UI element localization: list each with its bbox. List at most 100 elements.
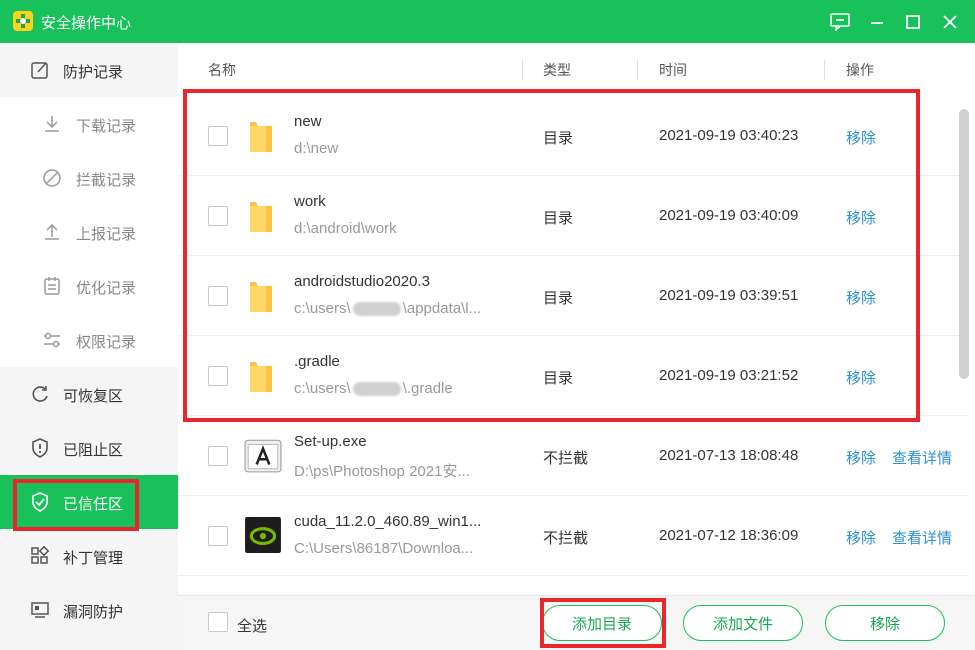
upload-icon [45, 223, 59, 240]
apps-icon [31, 546, 50, 564]
app-logo-icon [13, 11, 33, 31]
sidebar-item-label: 漏洞防护 [63, 604, 124, 621]
item-name: androidstudio2020.3 [294, 273, 430, 290]
table-row: Set-up.exe D:\ps\Photoshop 2021安... 不拦截 … [178, 416, 968, 496]
sidebar-item-label: 可恢复区 [63, 388, 124, 405]
add-file-button[interactable]: 添加文件 [683, 605, 803, 641]
footer-bar: 全选 添加目录 添加文件 移除 [178, 595, 975, 650]
item-name: .gradle [294, 353, 340, 370]
item-time: 2021-09-19 03:21:52 [659, 367, 799, 384]
title-bar: 安全操作中心 [0, 0, 975, 43]
item-type: 目录 [543, 370, 574, 387]
column-name-header: 名称 [208, 62, 236, 78]
add-directory-button[interactable]: 添加目录 [542, 605, 662, 641]
minimize-icon [871, 22, 883, 24]
item-path: c:\users\ \.gradle [294, 380, 453, 397]
row-checkbox[interactable] [208, 526, 228, 546]
feedback-button[interactable] [827, 9, 853, 35]
sidebar: 防护记录 下载记录 拦截记录 上报记录 优化记录 权限记录 可恢复区 已阻止区 … [0, 43, 178, 650]
shield-alert-icon [32, 438, 48, 458]
table-row: work d:\android\work 目录 2021-09-19 03:40… [178, 176, 968, 256]
item-time: 2021-07-13 18:08:48 [659, 447, 799, 464]
restore-icon [32, 386, 48, 402]
sidebar-item-label: 已阻止区 [63, 442, 124, 459]
table-row: cuda_11.2.0_460.89_win1... C:\Users\8618… [178, 496, 968, 576]
folder-icon [250, 362, 272, 392]
sidebar-item-label: 下载记录 [76, 118, 137, 135]
row-checkbox[interactable] [208, 206, 228, 226]
select-all-label[interactable]: 全选 [237, 615, 267, 636]
folder-icon [250, 202, 272, 232]
sidebar-item-patch[interactable]: 补丁管理 [0, 529, 178, 583]
redacted-username [352, 302, 401, 317]
path-prefix: c:\users\ [294, 300, 351, 317]
item-path: d:\android\work [294, 220, 397, 237]
nvidia-icon [245, 517, 281, 553]
remove-link[interactable]: 移除 [846, 447, 876, 468]
remove-link[interactable]: 移除 [846, 527, 876, 548]
sidebar-item-label: 上报记录 [76, 226, 137, 243]
row-checkbox[interactable] [208, 126, 228, 146]
sidebar-item-permission-log[interactable]: 权限记录 [0, 313, 178, 367]
main-panel: 名称 类型 时间 操作 new d:\new 目录 2021-09-19 03:… [178, 43, 975, 650]
item-name: Set-up.exe [294, 433, 367, 450]
sidebar-item-report-log[interactable]: 上报记录 [0, 205, 178, 259]
sidebar-item-recoverable[interactable]: 可恢复区 [0, 367, 178, 421]
close-button[interactable] [937, 9, 963, 35]
maximize-icon [906, 15, 920, 29]
column-divider [522, 60, 523, 80]
view-details-link[interactable]: 查看详情 [892, 447, 952, 468]
close-icon [943, 15, 957, 29]
column-type-header: 类型 [543, 62, 571, 78]
sidebar-item-optimize-log[interactable]: 优化记录 [0, 259, 178, 313]
select-all-checkbox[interactable] [208, 612, 228, 632]
scrollbar[interactable] [959, 109, 969, 379]
calendar-icon [44, 277, 60, 295]
sidebar-item-blocked[interactable]: 已阻止区 [0, 421, 178, 475]
item-path: c:\users\ \appdata\l... [294, 300, 481, 317]
item-type: 目录 [543, 290, 574, 307]
path-prefix: c:\users\ [294, 380, 351, 397]
maximize-button[interactable] [900, 9, 926, 35]
item-path: d:\new [294, 140, 339, 157]
edit-icon [31, 62, 48, 79]
column-time-header: 时间 [659, 62, 687, 78]
item-time: 2021-07-12 18:36:09 [659, 527, 799, 544]
remove-link[interactable]: 移除 [846, 367, 876, 388]
path-suffix: \appdata\l... [402, 300, 482, 317]
row-checkbox[interactable] [208, 286, 228, 306]
table-row: androidstudio2020.3 c:\users\ \appdata\l.… [178, 256, 968, 336]
redacted-username [352, 382, 401, 397]
remove-link[interactable]: 移除 [846, 127, 876, 148]
sidebar-item-download-log[interactable]: 下载记录 [0, 97, 178, 151]
table-row: new d:\new 目录 2021-09-19 03:40:23 移除 [178, 96, 968, 176]
row-checkbox[interactable] [208, 366, 228, 386]
remove-link[interactable]: 移除 [846, 207, 876, 228]
column-action-header: 操作 [846, 62, 874, 78]
sidebar-item-label: 补丁管理 [63, 550, 124, 567]
remove-button[interactable]: 移除 [825, 605, 945, 641]
remove-link[interactable]: 移除 [846, 287, 876, 308]
sidebar-item-protection-log[interactable]: 防护记录 [0, 43, 178, 97]
item-name: work [294, 193, 326, 210]
shield-check-icon [32, 492, 48, 512]
sidebar-item-vuln-protection[interactable]: 漏洞防护 [0, 583, 178, 637]
item-type: 目录 [543, 210, 574, 227]
item-time: 2021-09-19 03:40:09 [659, 207, 799, 224]
block-icon [43, 169, 61, 187]
item-type: 不拦截 [543, 530, 589, 547]
folder-icon [250, 282, 272, 312]
minimize-button[interactable] [864, 9, 890, 35]
adobe-installer-icon [244, 439, 282, 473]
monitor-icon [31, 602, 49, 618]
sidebar-item-trusted[interactable]: 已信任区 [0, 475, 178, 529]
row-checkbox[interactable] [208, 446, 228, 466]
item-type: 不拦截 [543, 450, 589, 467]
path-suffix: \.gradle [402, 380, 453, 397]
sidebar-item-intercept-log[interactable]: 拦截记录 [0, 151, 178, 205]
column-divider [824, 60, 825, 80]
folder-icon [250, 122, 272, 152]
view-details-link[interactable]: 查看详情 [892, 527, 952, 548]
column-divider [637, 60, 638, 80]
item-type: 目录 [543, 130, 574, 147]
